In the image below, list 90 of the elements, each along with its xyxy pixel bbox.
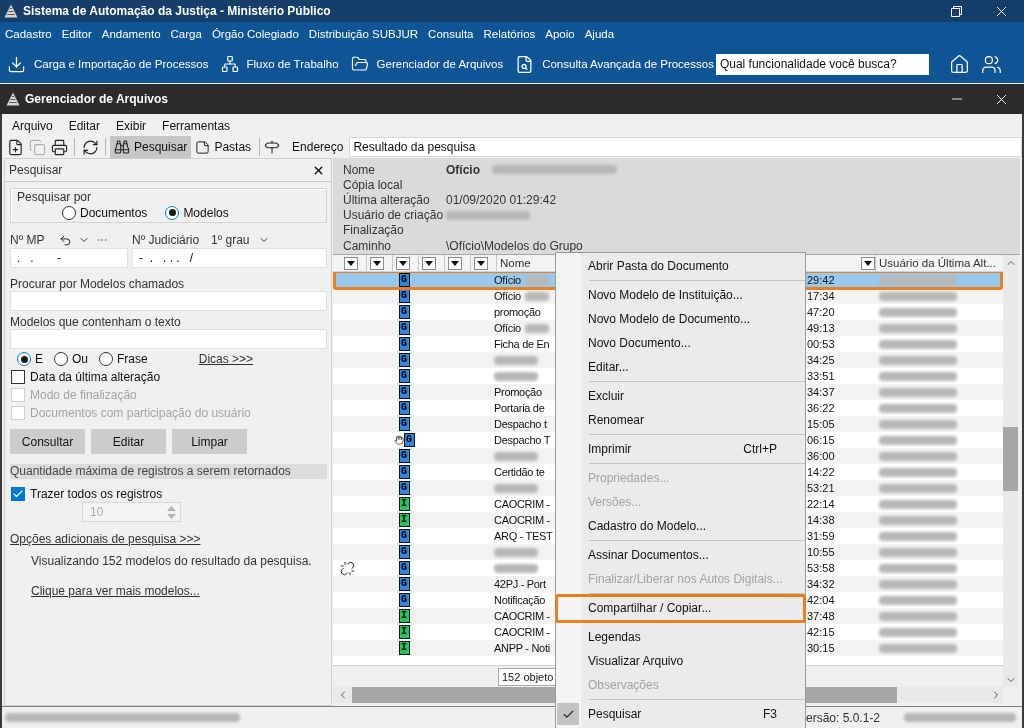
- file-type-badge: G: [398, 417, 410, 431]
- file-type-badge: G: [398, 369, 410, 383]
- modified-time: 14:38: [806, 514, 836, 526]
- file-name: Portaria de: [494, 402, 545, 414]
- panel-title: Pesquisar: [9, 163, 63, 177]
- file-name: Certidão te: [494, 466, 545, 478]
- file-type-badge: I: [398, 641, 410, 655]
- file-type-badge: G: [398, 321, 410, 335]
- file-name: Ficha de En: [494, 338, 550, 350]
- detail-label: Usuário de criação: [343, 208, 445, 223]
- field-label: Nº Judiciário: [132, 233, 200, 247]
- window-title: Sistema de Automação da Justiça - Ministério Público: [23, 4, 331, 18]
- modified-time: 06:15: [806, 434, 836, 446]
- file-type-badge: G: [398, 289, 410, 303]
- file-type-badge: G: [398, 353, 410, 367]
- file-type-badge: G: [398, 545, 410, 559]
- file-type-badge: I: [398, 513, 410, 527]
- file-type-badge: G: [398, 577, 410, 591]
- file-type-badge: G: [398, 465, 410, 479]
- file-type-badge: G: [398, 561, 410, 575]
- modified-time: 53:21: [806, 482, 836, 494]
- detail-value: Ofício: [446, 162, 480, 177]
- file-type-badge: I: [398, 625, 410, 639]
- modified-time: 00:53: [806, 338, 836, 350]
- detail-label: Nome: [343, 162, 376, 177]
- file-type-badge: G: [398, 385, 410, 399]
- file-name: Despacho t: [494, 418, 547, 430]
- modified-time: 14:22: [806, 466, 836, 478]
- modified-time: 34:32: [806, 578, 836, 590]
- file-name: Ofício: [494, 274, 521, 286]
- file-name: promoção: [494, 306, 541, 318]
- modified-time: 17:34: [806, 290, 836, 302]
- file-name: CAOCRIM -: [494, 498, 550, 510]
- result-summary: Visualizando 152 modelos do resultado da pesquisa.: [30, 554, 313, 568]
- modified-time: 42:15: [806, 626, 836, 638]
- modified-time: 53:58: [806, 562, 836, 574]
- address-label: Endereço: [292, 140, 344, 154]
- file-name: CAOCRIM -: [494, 514, 550, 526]
- modified-time: 31:59: [806, 530, 836, 542]
- version-label: ersão: 5.0.1-2: [806, 710, 881, 725]
- modified-time: 15:05: [806, 418, 836, 430]
- file-name: Promoção: [494, 386, 542, 398]
- modified-time: 47:20: [806, 306, 836, 318]
- modified-time: 22:14: [806, 498, 836, 510]
- file-name: ARQ - TEST: [494, 530, 553, 542]
- file-name: Notificação: [494, 594, 546, 606]
- modified-time: 30:15: [806, 642, 836, 654]
- file-name: Ofício: [494, 290, 521, 302]
- file-type-badge: G: [398, 305, 410, 319]
- keyboard-shortcut: Ctrl+P: [743, 442, 777, 456]
- file-type-badge: I: [398, 497, 410, 511]
- modified-time: 36:00: [806, 450, 836, 462]
- file-type-badge: G: [398, 449, 410, 463]
- detail-label: Finalização: [343, 223, 405, 238]
- modified-time: 34:25: [806, 354, 836, 366]
- detail-value: 01/09/2020 01:29:42: [446, 192, 557, 207]
- detail-label: Cópia local: [343, 177, 404, 192]
- file-type-badge: I: [398, 609, 410, 623]
- field-label: Modelos que contenham o texto: [10, 315, 182, 329]
- modified-time: 49:13: [806, 322, 836, 334]
- file-type-badge: G: [398, 337, 410, 351]
- window-title: Gerenciador de Arquivos: [25, 92, 168, 106]
- modified-time: 42:04: [806, 594, 836, 606]
- modified-time: 34:37: [806, 386, 836, 398]
- file-type-badge: G: [398, 401, 410, 415]
- modified-time: 37:48: [806, 610, 836, 622]
- file-name: CAOCRIM -: [494, 610, 550, 622]
- field-label: Nº MP: [10, 233, 45, 247]
- count-field: 152 objeto: [498, 667, 555, 686]
- field-label: Procurar por Modelos chamados: [10, 277, 186, 291]
- modified-time: 36:22: [806, 402, 836, 414]
- modified-time: 29:42: [806, 274, 836, 286]
- file-name: 42PJ - Port: [494, 578, 546, 590]
- detail-value: \Ofício\Modelos do Grupo: [446, 238, 583, 253]
- modified-time: 10:55: [806, 546, 836, 558]
- section-heading: Quantidade máxima de registros a serem retornados: [10, 464, 327, 479]
- file-type-badge: G: [403, 433, 415, 447]
- file-type-badge: G: [398, 593, 410, 607]
- file-type-badge: G: [398, 481, 410, 495]
- detail-label: Última alteração: [343, 192, 431, 207]
- detail-label: Caminho: [343, 238, 393, 253]
- file-name: Ofício: [494, 322, 521, 334]
- file-type-badge: G: [398, 273, 410, 287]
- keyboard-shortcut: F3: [763, 707, 777, 721]
- file-name: ANPP - Noti: [494, 642, 550, 654]
- file-name: CAOCRIM -: [494, 626, 550, 638]
- group-label: Pesquisar por: [17, 190, 93, 204]
- file-type-badge: G: [398, 529, 410, 543]
- file-name: Despacho T: [494, 434, 551, 446]
- modified-time: 33:51: [806, 370, 836, 382]
